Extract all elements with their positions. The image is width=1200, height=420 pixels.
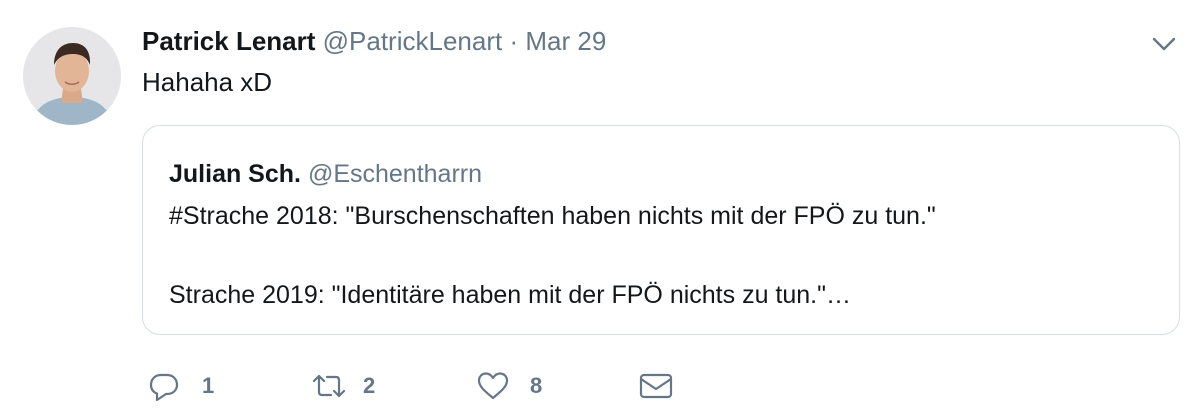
author-name[interactable]: Patrick Lenart [142, 26, 315, 56]
quoted-author-name: Julian Sch. [169, 160, 301, 188]
heart-icon [477, 372, 509, 400]
tweet-date[interactable]: Mar 29 [525, 26, 606, 56]
separator-dot: · [509, 26, 519, 56]
envelope-icon [639, 373, 673, 399]
quoted-tweet-line: Strache 2019: "Identitäre haben mit der … [169, 281, 851, 309]
retweet-button[interactable]: 2 [311, 366, 375, 406]
quoted-tweet-header: Julian Sch. @Eschentharrn [169, 159, 482, 189]
retweet-count: 2 [363, 373, 376, 398]
user-avatar-photo-icon [23, 27, 121, 125]
tweet[interactable]: Patrick Lenart @PatrickLenart · Mar 29 H… [0, 0, 1200, 420]
reply-button[interactable]: 1 [148, 366, 214, 406]
tweet-header: Patrick Lenart @PatrickLenart · Mar 29 [142, 26, 606, 56]
chevron-down-icon[interactable] [1150, 34, 1178, 54]
like-count: 8 [530, 373, 543, 398]
reply-count: 1 [202, 373, 215, 398]
quoted-tweet-line: #Strache 2018: "Burschenschaften haben n… [169, 202, 936, 230]
quoted-author-handle: @Eschentharrn [307, 160, 483, 188]
author-avatar[interactable] [23, 27, 121, 125]
reply-icon [149, 373, 179, 402]
like-button[interactable]: 8 [476, 366, 542, 406]
direct-message-button[interactable] [638, 366, 674, 406]
tweet-text: Hahaha xD [142, 67, 273, 97]
author-handle[interactable]: @PatrickLenart [323, 26, 503, 56]
retweet-icon [312, 374, 346, 398]
quoted-tweet-card[interactable]: Julian Sch. @Eschentharrn #Strache 2018:… [142, 125, 1180, 335]
